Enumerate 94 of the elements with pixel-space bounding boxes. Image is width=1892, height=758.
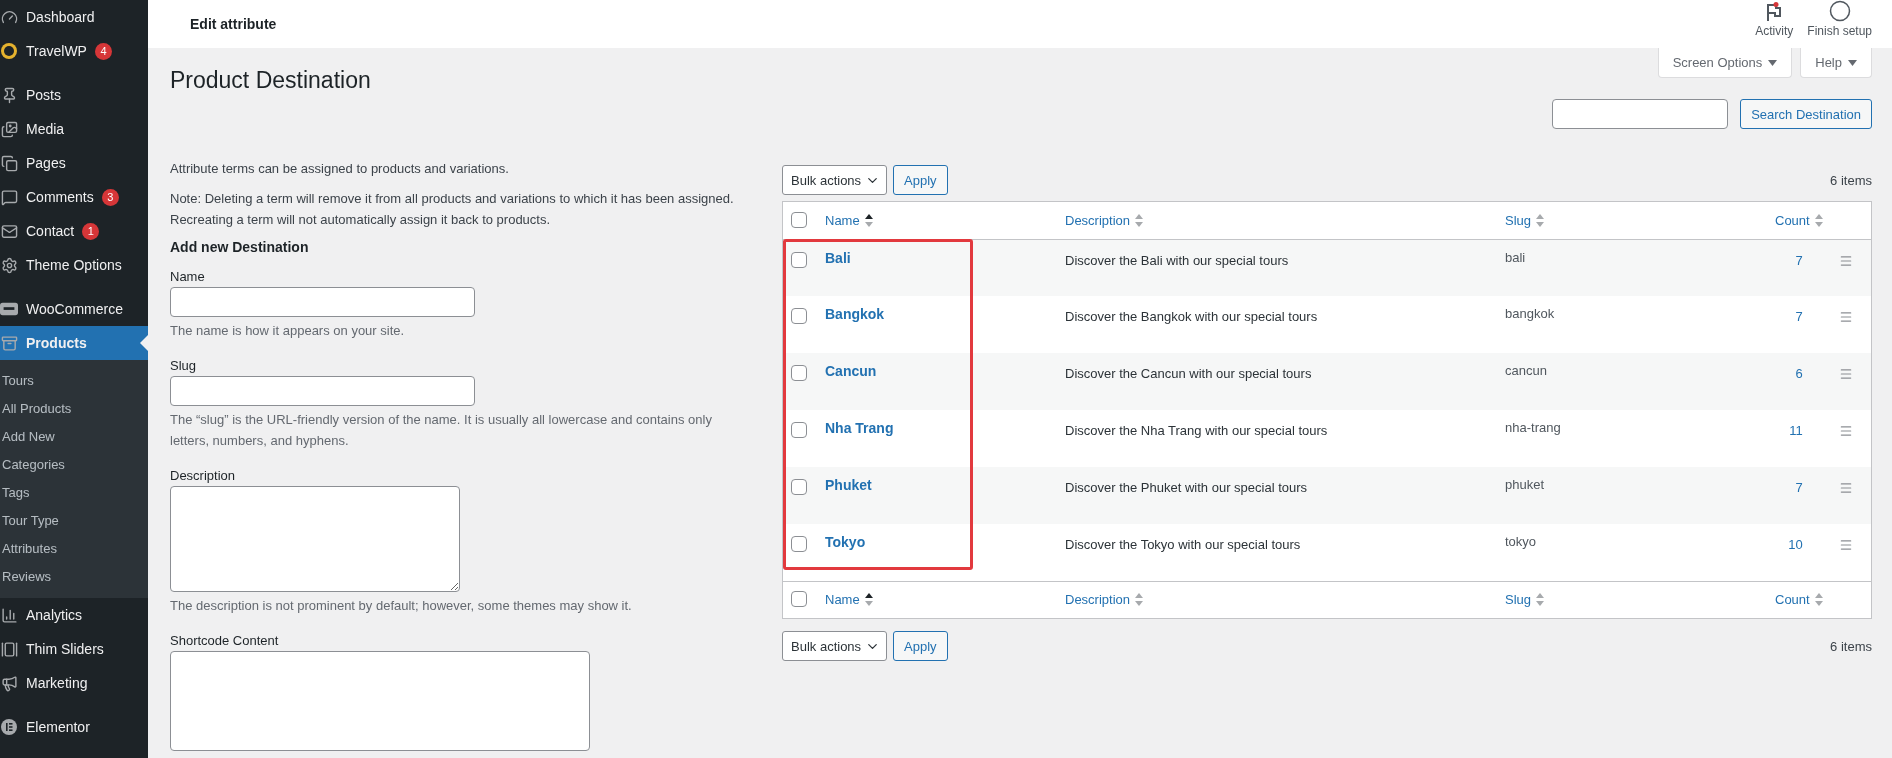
field-label: Name bbox=[170, 269, 206, 285]
field-help-text: The name is how it appears on your site. bbox=[170, 322, 406, 341]
column-sort-link[interactable]: Slug bbox=[1505, 212, 1545, 228]
sidebar-item-label: TravelWP bbox=[26, 43, 87, 59]
search-button[interactable]: Search Destination bbox=[1740, 99, 1872, 129]
term-slug: cancun bbox=[1505, 363, 1547, 378]
items-count: 6 items bbox=[1830, 172, 1872, 188]
page-title: Product Destination bbox=[170, 66, 371, 95]
header-title: Edit attribute bbox=[190, 16, 277, 32]
term-count-link[interactable]: 7 bbox=[1795, 480, 1803, 495]
sidebar-item-label: Media bbox=[26, 121, 65, 137]
term-count-link[interactable]: 6 bbox=[1795, 366, 1803, 381]
sidebar-item[interactable]: Dashboard bbox=[0, 0, 148, 34]
column-sort-link[interactable]: Description bbox=[1065, 212, 1144, 228]
submenu-item[interactable]: All Products bbox=[0, 394, 148, 422]
submenu-item[interactable]: Attributes bbox=[0, 534, 148, 562]
term-name-link[interactable]: Nha Trang bbox=[825, 420, 894, 436]
term-count-link[interactable]: 10 bbox=[1788, 537, 1803, 552]
column-sort-link[interactable]: Count bbox=[1775, 212, 1823, 228]
submenu-item[interactable]: Categories bbox=[0, 450, 148, 478]
submenu-item[interactable]: Tours bbox=[0, 366, 148, 394]
count-badge: 1 bbox=[82, 222, 100, 240]
sidebar-item-label: Posts bbox=[26, 87, 61, 103]
sidebar-item[interactable]: TravelWP 4 bbox=[0, 34, 148, 68]
sidebar-item[interactable]: Marketing bbox=[0, 666, 148, 700]
bulk-actions-dropdown[interactable]: Bulk actions bbox=[782, 165, 888, 195]
term-name-link[interactable]: Tokyo bbox=[825, 534, 866, 550]
column-sort-link[interactable]: Name bbox=[825, 212, 873, 228]
screen-meta-tab[interactable]: Help bbox=[1800, 48, 1872, 78]
intro-text: Attribute terms can be assigned to products and variations. bbox=[170, 160, 510, 178]
term-description: Discover the Cancun with our special tours bbox=[1065, 366, 1312, 381]
submenu-item[interactable]: Reviews bbox=[0, 562, 148, 590]
bulk-actions-dropdown[interactable]: Bulk actions bbox=[782, 631, 888, 661]
apply-button[interactable]: Apply bbox=[893, 165, 948, 195]
submenu-item[interactable]: Tags bbox=[0, 478, 148, 506]
sidebar-item[interactable]: Products bbox=[0, 326, 148, 360]
count-badge: 3 bbox=[101, 188, 119, 206]
count-badge: 4 bbox=[94, 42, 112, 60]
term-name-link[interactable]: Bali bbox=[825, 249, 851, 266]
term-count-link[interactable]: 7 bbox=[1795, 252, 1803, 268]
items-count: 6 items bbox=[1830, 638, 1872, 654]
sidebar-item-label: Dashboard bbox=[26, 9, 95, 25]
submenu-item[interactable]: Add New bbox=[0, 422, 148, 450]
sidebar-item[interactable]: Elementor bbox=[0, 710, 148, 744]
sidebar-item-label: Theme Options bbox=[26, 257, 122, 273]
term-description: Discover the Bali with our special tours bbox=[1065, 252, 1289, 268]
term-count-link[interactable]: 7 bbox=[1795, 309, 1803, 324]
field-label: Shortcode Content bbox=[170, 632, 280, 648]
sidebar-item[interactable]: Posts bbox=[0, 78, 148, 112]
screen-meta-tab[interactable]: Screen Options bbox=[1657, 48, 1793, 78]
sidebar-item[interactable]: Thim Sliders bbox=[0, 632, 148, 666]
sidebar-item[interactable]: Media bbox=[0, 112, 148, 146]
field-label: Slug bbox=[170, 358, 198, 374]
sidebar-item[interactable]: Theme Options bbox=[0, 248, 148, 282]
term-name-link[interactable]: Cancun bbox=[825, 363, 877, 379]
sidebar-item-label: WooCommerce bbox=[26, 301, 123, 317]
submenu-item[interactable]: Tour Type bbox=[0, 506, 148, 534]
sidebar-item-label: Comments bbox=[26, 189, 94, 205]
term-name-link[interactable]: Phuket bbox=[825, 477, 872, 493]
sidebar-item-label: Pages bbox=[26, 155, 66, 171]
note-text: Note: Deleting a term will remove it from all products and variations to which it has been assigned. Recreating a term will not automatically assign it back to products. bbox=[170, 189, 735, 229]
term-description: Discover the Bangkok with our special tours bbox=[1065, 309, 1318, 324]
term-description: Discover the Nha Trang with our special tours bbox=[1065, 423, 1328, 438]
term-count-link[interactable]: 11 bbox=[1789, 423, 1803, 438]
sidebar-item-label: Contact bbox=[26, 223, 75, 239]
apply-button[interactable]: Apply bbox=[893, 631, 948, 661]
term-slug: tokyo bbox=[1505, 534, 1537, 549]
sidebar-item[interactable]: WooCommerce bbox=[0, 292, 148, 326]
term-slug: bali bbox=[1505, 249, 1526, 265]
term-description: Discover the Tokyo with our special tours bbox=[1065, 537, 1301, 552]
field-help-text: The description is not prominent by default; however, some themes may show it. bbox=[170, 596, 633, 615]
sidebar-item-label: Thim Sliders bbox=[26, 641, 104, 657]
sidebar-item-label: Analytics bbox=[26, 607, 83, 623]
sidebar-item-label: Elementor bbox=[26, 719, 90, 735]
column-sort-link[interactable]: Count bbox=[1775, 592, 1823, 608]
field-label: Description bbox=[170, 467, 237, 483]
term-slug: phuket bbox=[1505, 477, 1545, 492]
column-sort-link[interactable]: Name bbox=[825, 592, 873, 608]
term-description: Discover the Phuket with our special tours bbox=[1065, 480, 1308, 495]
field-help-text: The “slug” is the URL-friendly version of the name. It is usually all lowercase and contains only letters, numbers, and hyphens. bbox=[170, 411, 713, 450]
term-slug: nha-trang bbox=[1505, 420, 1561, 435]
header-action-button[interactable]: Finish setup bbox=[1807, 0, 1872, 48]
sidebar-item[interactable]: Analytics bbox=[0, 598, 148, 632]
sidebar-item-label: Products bbox=[26, 335, 87, 351]
sidebar-item[interactable]: Contact 1 bbox=[0, 214, 148, 248]
term-name-link[interactable]: Bangkok bbox=[825, 306, 885, 322]
sidebar-item-label: Marketing bbox=[26, 675, 88, 691]
sidebar-item[interactable]: Comments 3 bbox=[0, 180, 148, 214]
column-sort-link[interactable]: Description bbox=[1065, 592, 1144, 608]
header-action-button[interactable]: Activity bbox=[1755, 0, 1794, 48]
term-slug: bangkok bbox=[1505, 306, 1555, 321]
form-heading: Add new Destination bbox=[170, 239, 310, 256]
column-sort-link[interactable]: Slug bbox=[1505, 592, 1545, 608]
sidebar-item[interactable]: Pages bbox=[0, 146, 148, 180]
